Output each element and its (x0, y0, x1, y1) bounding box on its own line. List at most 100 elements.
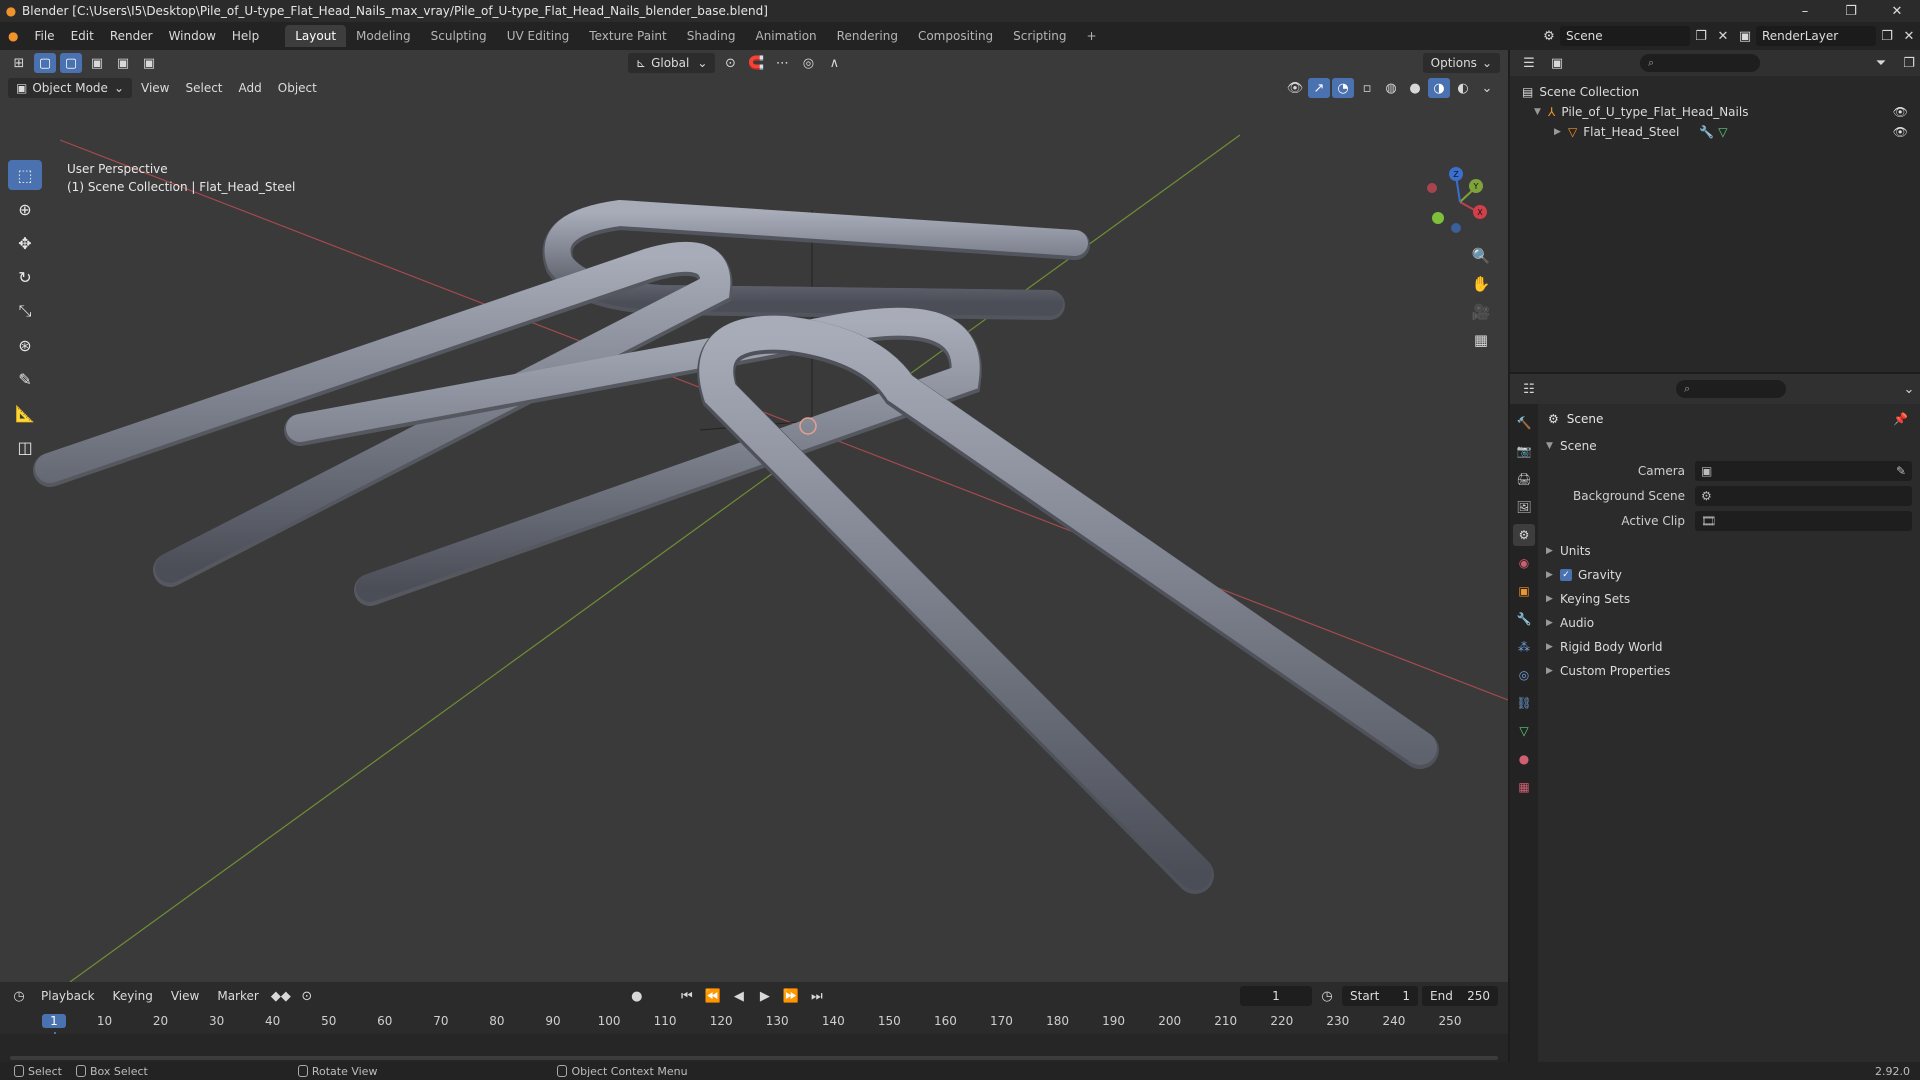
scene-panel-header[interactable]: ▼ Scene (1540, 434, 1920, 458)
menu-playback[interactable]: Playback (34, 989, 102, 1003)
outliner-row-collection[interactable]: ▼ ⅄ Pile_of_U_type_Flat_Head_Nails 👁 (1510, 102, 1920, 122)
material-tab-icon[interactable]: ● (1513, 748, 1535, 770)
move-tool-icon[interactable]: ✥ (8, 228, 42, 258)
menu-window[interactable]: Window (161, 29, 224, 43)
delete-renderlayer-icon[interactable]: ✕ (1898, 26, 1920, 46)
renderlayer-icon[interactable]: ▣ (1734, 26, 1756, 46)
object-mode-dropdown[interactable]: ▣ Object Mode ⌄ (8, 78, 132, 98)
nails-group[interactable] (33, 199, 1439, 894)
object-tab-icon[interactable]: ▣ (1513, 580, 1535, 602)
scene-selector[interactable]: Scene (1560, 26, 1690, 46)
menu-edit[interactable]: Edit (63, 29, 102, 43)
wireframe-shading-icon[interactable]: ◍ (1380, 78, 1402, 98)
menu-file[interactable]: File (26, 29, 62, 43)
add-cube-tool-icon[interactable]: ◫ (8, 432, 42, 462)
menu-object[interactable]: Object (271, 81, 324, 95)
gravity-checkbox[interactable]: ✓ (1560, 569, 1572, 581)
tab-modeling[interactable]: Modeling (346, 25, 421, 47)
expand-triangle-icon[interactable]: ▼ (1534, 107, 1548, 117)
menu-timeline-view[interactable]: View (164, 989, 206, 1003)
play-reverse-icon[interactable]: ◀ (728, 986, 750, 1006)
menu-select[interactable]: Select (178, 81, 229, 95)
select-box-tool-icon[interactable]: ⬚ (8, 160, 42, 190)
proportional-edit-icon[interactable]: ◎ (797, 53, 819, 73)
3d-viewport[interactable]: ⊞ ▢ ▢ ▣ ▣ ▣ ⊾ Global ⌄ ⊙ 🧲 ⋯ ◎ ∧ Options… (0, 50, 1508, 982)
new-collection-icon[interactable]: ❐ (1898, 53, 1920, 73)
menu-marker[interactable]: Marker (210, 989, 265, 1003)
material-shading-icon[interactable]: ◑ (1428, 78, 1450, 98)
outliner-search-input[interactable]: ⌕ (1640, 54, 1760, 72)
gizmo-neg-z-icon[interactable] (1451, 223, 1461, 233)
select-extend-icon[interactable]: ▣ (86, 53, 108, 73)
play-icon[interactable]: ▶ (754, 986, 776, 1006)
properties-options-icon[interactable]: ⌄ (1898, 379, 1920, 399)
scene-tab-icon[interactable]: ⚙ (1513, 524, 1535, 546)
falloff-icon[interactable]: ∧ (823, 53, 845, 73)
close-button[interactable]: ✕ (1874, 4, 1920, 19)
outliner-row-object[interactable]: ▶ ▽ Flat_Head_Steel 🔧 ▽ 👁 (1510, 122, 1920, 142)
jump-end-icon[interactable]: ⏭ (806, 986, 828, 1006)
transform-orientation-dropdown[interactable]: ⊾ Global ⌄ (628, 53, 716, 73)
pivot-icon[interactable]: ⊙ (719, 53, 741, 73)
blender-menu-icon[interactable]: ● (0, 29, 26, 43)
background-scene-field[interactable]: ⚙ (1695, 485, 1912, 506)
menu-keying[interactable]: Keying (106, 989, 160, 1003)
rigid-body-world-panel-header[interactable]: ▶ Rigid Body World (1540, 635, 1920, 659)
menu-render[interactable]: Render (102, 29, 161, 43)
gizmo-toggle-icon[interactable]: ↗ (1308, 78, 1330, 98)
units-panel-header[interactable]: ▶ Units (1540, 539, 1920, 563)
tab-layout[interactable]: Layout (285, 25, 347, 47)
visibility-icon[interactable]: 👁 (1284, 78, 1306, 98)
world-tab-icon[interactable]: ◉ (1513, 552, 1535, 574)
custom-properties-panel-header[interactable]: ▶ Custom Properties (1540, 659, 1920, 683)
next-keyframe-icon[interactable]: ⏩ (780, 986, 802, 1006)
tab-rendering[interactable]: Rendering (827, 25, 908, 47)
preview-range-icon[interactable]: ◷ (1316, 986, 1338, 1006)
prev-keyframe-icon[interactable]: ⏪ (702, 986, 724, 1006)
gravity-panel-header[interactable]: ▶ ✓ Gravity (1540, 563, 1920, 587)
active-clip-field[interactable]: 🎞 (1695, 510, 1912, 531)
select-mode-icon[interactable]: ▢ (34, 53, 56, 73)
menu-add[interactable]: Add (232, 81, 269, 95)
scene-icon[interactable]: ⚙ (1538, 26, 1560, 46)
tab-animation[interactable]: Animation (745, 25, 826, 47)
texture-tab-icon[interactable]: ▦ (1513, 776, 1535, 798)
properties-editor-type-icon[interactable]: ☷ (1518, 379, 1540, 399)
tab-uv-editing[interactable]: UV Editing (497, 25, 580, 47)
record-icon[interactable]: ● (626, 986, 648, 1006)
mesh-data-icon[interactable]: ▽ (1718, 125, 1727, 139)
constraints-tab-icon[interactable]: ⛓ (1513, 692, 1535, 714)
autokey-icon[interactable]: ⊙ (296, 986, 318, 1006)
navigation-gizmo[interactable]: X Y Z (1420, 162, 1500, 242)
timeline-ruler[interactable]: 1 10 20 30 40 50 60 70 80 90 100 110 120 130 140 150 160… (0, 1012, 1508, 1060)
tab-texture-paint[interactable]: Texture Paint (579, 25, 676, 47)
tab-scripting[interactable]: Scripting (1003, 25, 1076, 47)
view-layer-tab-icon[interactable]: 🖼 (1513, 496, 1535, 518)
transform-tool-icon[interactable]: ⊛ (8, 330, 42, 360)
jump-start-icon[interactable]: ⏮ (676, 986, 698, 1006)
renderlayer-selector[interactable]: RenderLayer (1756, 26, 1876, 46)
end-frame-field[interactable]: End 250 (1422, 986, 1498, 1006)
tool-tab-icon[interactable]: 🔨 (1513, 412, 1535, 434)
rendered-shading-icon[interactable]: ◐ (1452, 78, 1474, 98)
filter-icon[interactable]: ⏷ (1870, 53, 1892, 73)
pin-icon[interactable]: 📌 (1893, 412, 1908, 426)
modifier-tab-icon[interactable]: 🔧 (1513, 608, 1535, 630)
scale-tool-icon[interactable]: ⤡ (8, 296, 42, 326)
add-workspace-button[interactable]: + (1077, 25, 1107, 47)
properties-search-input[interactable]: ⌕ (1676, 380, 1786, 398)
annotate-tool-icon[interactable]: ✎ (8, 364, 42, 394)
current-frame-field[interactable]: 1 (1240, 986, 1312, 1006)
maximize-button[interactable]: ❐ (1828, 4, 1874, 19)
editor-type-icon[interactable]: ⊞ (8, 53, 30, 73)
snap-target-icon[interactable]: ⋯ (771, 53, 793, 73)
xray-icon[interactable]: ▫ (1356, 78, 1378, 98)
timeline-track[interactable] (0, 1034, 1508, 1062)
visibility-eye-icon[interactable]: 👁 (1893, 125, 1908, 139)
pan-hand-icon[interactable]: ✋ (1470, 274, 1492, 294)
perspective-toggle-icon[interactable]: ▦ (1470, 330, 1492, 350)
start-frame-field[interactable]: Start 1 (1342, 986, 1418, 1006)
measure-tool-icon[interactable]: 📐 (8, 398, 42, 428)
timeline-current-frame-marker[interactable]: 1 (42, 1014, 66, 1028)
keyframe-icon[interactable]: ◆◆ (270, 986, 292, 1006)
